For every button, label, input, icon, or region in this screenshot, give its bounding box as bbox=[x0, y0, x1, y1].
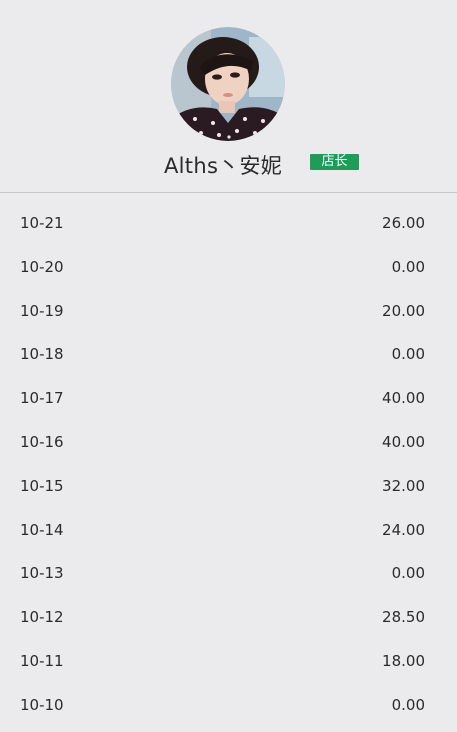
record-amount: 24.00 bbox=[382, 520, 425, 539]
record-amount: 32.00 bbox=[382, 476, 425, 495]
profile-header: Alths丶安妮 店长 bbox=[0, 0, 457, 192]
record-amount: 26.00 bbox=[382, 214, 425, 232]
record-date: 10-19 bbox=[20, 301, 64, 320]
record-amount: 20.00 bbox=[382, 301, 425, 320]
user-name: Alths丶安妮 bbox=[164, 154, 283, 178]
record-date: 10-18 bbox=[20, 345, 64, 364]
avatar-image bbox=[171, 27, 285, 141]
list-item[interactable]: 10-14 24.00 bbox=[0, 500, 457, 544]
record-date: 10-11 bbox=[20, 651, 64, 670]
record-amount: 0.00 bbox=[391, 564, 425, 583]
list-item[interactable]: 10-16 40.00 bbox=[0, 412, 457, 456]
record-date: 10-20 bbox=[20, 257, 64, 276]
list-item[interactable]: 10-10 0.00 bbox=[0, 675, 457, 719]
list-item[interactable]: 10-11 18.00 bbox=[0, 631, 457, 675]
name-row: Alths丶安妮 店长 bbox=[0, 148, 457, 178]
record-date: 10-21 bbox=[20, 214, 64, 232]
list-item[interactable]: 10-20 0.00 bbox=[0, 237, 457, 281]
list-item[interactable]: 10-19 20.00 bbox=[0, 281, 457, 325]
record-amount: 28.50 bbox=[382, 608, 425, 627]
record-date: 10-16 bbox=[20, 432, 64, 451]
avatar[interactable] bbox=[171, 27, 285, 141]
record-amount: 0.00 bbox=[391, 345, 425, 364]
record-amount: 18.00 bbox=[382, 651, 425, 670]
role-badge: 店长 bbox=[310, 154, 359, 170]
record-amount: 40.00 bbox=[382, 389, 425, 408]
record-date: 10-10 bbox=[20, 695, 64, 714]
list-item[interactable]: 10-18 0.00 bbox=[0, 324, 457, 368]
list-item[interactable]: 10-17 40.00 bbox=[0, 368, 457, 412]
list-item[interactable]: 10-12 28.50 bbox=[0, 587, 457, 631]
record-date: 10-13 bbox=[20, 564, 64, 583]
list-item[interactable]: 10-13 0.00 bbox=[0, 543, 457, 587]
record-amount: 0.00 bbox=[391, 257, 425, 276]
record-date: 10-14 bbox=[20, 520, 64, 539]
daily-record-list: 10-21 26.00 10-20 0.00 10-19 20.00 10-18… bbox=[0, 193, 457, 719]
list-item[interactable]: 10-15 32.00 bbox=[0, 456, 457, 500]
record-date: 10-17 bbox=[20, 389, 64, 408]
record-date: 10-15 bbox=[20, 476, 64, 495]
list-item[interactable]: 10-21 26.00 bbox=[0, 193, 457, 237]
record-amount: 0.00 bbox=[391, 695, 425, 714]
record-date: 10-12 bbox=[20, 608, 64, 627]
record-amount: 40.00 bbox=[382, 432, 425, 451]
